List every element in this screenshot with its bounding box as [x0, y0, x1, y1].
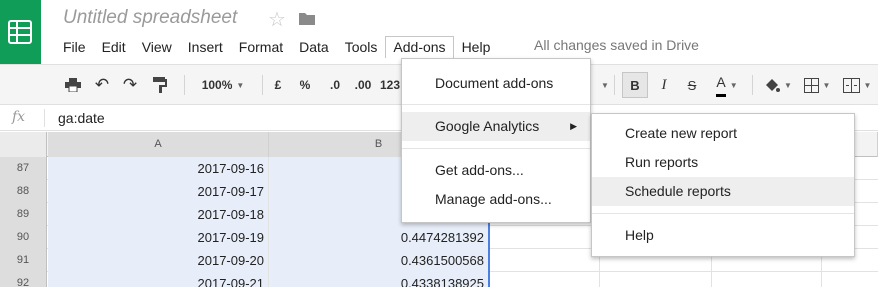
menu-item-label: Google Analytics — [435, 118, 540, 134]
cell-a[interactable]: 2017-09-17 — [48, 180, 269, 203]
text-color-label: A — [716, 74, 726, 97]
folder-icon[interactable] — [298, 11, 316, 26]
row-header[interactable]: 90 — [0, 226, 47, 249]
menu-edit[interactable]: Edit — [94, 36, 134, 58]
cell-a[interactable]: 2017-09-21 — [48, 272, 269, 287]
zoom-select[interactable]: 100% ▼ — [194, 74, 252, 96]
menu-item-google-analytics[interactable]: Google Analytics ▶ — [402, 112, 590, 141]
save-status: All changes saved in Drive — [534, 37, 699, 53]
menu-item-run-reports[interactable]: Run reports — [592, 148, 854, 177]
italic-button[interactable]: I — [655, 74, 673, 96]
row-header[interactable]: 91 — [0, 249, 47, 272]
menu-tools[interactable]: Tools — [337, 36, 386, 58]
menu-addons[interactable]: Add-ons — [385, 36, 454, 58]
cell-b[interactable]: 0.4474281392 — [269, 226, 489, 249]
menu-insert[interactable]: Insert — [180, 36, 231, 58]
menu-item-create-new-report[interactable]: Create new report — [592, 119, 854, 148]
paint-format-icon[interactable] — [149, 74, 171, 96]
menu-data[interactable]: Data — [291, 36, 337, 58]
borders-icon — [803, 77, 819, 93]
font-size-chevron-icon[interactable]: ▼ — [597, 74, 609, 96]
menu-item-document-addons[interactable]: Document add-ons — [402, 69, 590, 98]
row-header[interactable]: 89 — [0, 203, 47, 226]
cell-b[interactable]: 0.4361500568 — [269, 249, 489, 272]
addons-menu: Document add-ons Google Analytics ▶ Get … — [401, 58, 591, 223]
row-header[interactable]: 87 — [0, 157, 47, 180]
redo-icon[interactable]: ↷ — [119, 74, 141, 96]
percent-format-button[interactable]: % — [296, 74, 314, 96]
table-row: 92 2017-09-21 0.4338138925 — [0, 272, 878, 287]
menu-view[interactable]: View — [134, 36, 180, 58]
cell-a[interactable]: 2017-09-19 — [48, 226, 269, 249]
merge-cells-button[interactable]: ▼ — [840, 74, 874, 96]
increase-decimal-button[interactable]: .00 — [350, 74, 376, 96]
zoom-value: 100% — [201, 78, 233, 92]
cell-a[interactable]: 2017-09-18 — [48, 203, 269, 226]
menu-format[interactable]: Format — [231, 36, 291, 58]
menu-item-schedule-reports[interactable]: Schedule reports — [592, 177, 854, 206]
select-all-corner[interactable] — [0, 132, 47, 157]
currency-format-button[interactable]: £ — [270, 74, 286, 96]
menu-bar: File Edit View Insert Format Data Tools … — [55, 36, 498, 58]
menu-help[interactable]: Help — [454, 36, 499, 58]
menu-item-help[interactable]: Help — [592, 221, 854, 250]
google-analytics-submenu: Create new report Run reports Schedule r… — [591, 113, 855, 257]
fill-color-button[interactable]: ▼ — [762, 74, 794, 96]
submenu-arrow-icon: ▶ — [570, 121, 577, 131]
menu-item-manage-addons[interactable]: Manage add-ons... — [402, 185, 590, 214]
row-header[interactable]: 88 — [0, 180, 47, 203]
chevron-down-icon: ▼ — [236, 80, 245, 90]
borders-button[interactable]: ▼ — [802, 74, 832, 96]
print-icon[interactable] — [62, 74, 84, 96]
chevron-down-icon: ▼ — [729, 80, 738, 90]
column-header-a[interactable]: A — [48, 132, 269, 157]
paint-bucket-icon — [766, 79, 781, 92]
fx-icon: fx — [12, 109, 26, 125]
sheets-logo[interactable] — [0, 0, 41, 64]
cell-a[interactable]: 2017-09-20 — [48, 249, 269, 272]
more-formats-button[interactable]: 123 — [378, 74, 402, 96]
row-header[interactable]: 92 — [0, 272, 47, 287]
merge-cells-icon — [842, 77, 860, 93]
formula-input[interactable]: ga:date — [58, 110, 105, 126]
decrease-decimal-button[interactable]: .0 — [324, 74, 346, 96]
menu-item-get-addons[interactable]: Get add-ons... — [402, 156, 590, 185]
undo-icon[interactable]: ↶ — [91, 74, 113, 96]
bold-button[interactable]: B — [622, 72, 648, 98]
strikethrough-button[interactable]: S — [683, 74, 701, 96]
cell-a[interactable]: 2017-09-16 — [48, 157, 269, 180]
star-icon[interactable]: ☆ — [268, 7, 286, 32]
sheets-grid-icon — [8, 20, 32, 44]
cell-b[interactable]: 0.4338138925 — [269, 272, 489, 287]
text-color-button[interactable]: A ▼ — [709, 74, 745, 97]
menu-file[interactable]: File — [55, 36, 94, 58]
document-title[interactable]: Untitled spreadsheet — [63, 7, 237, 29]
